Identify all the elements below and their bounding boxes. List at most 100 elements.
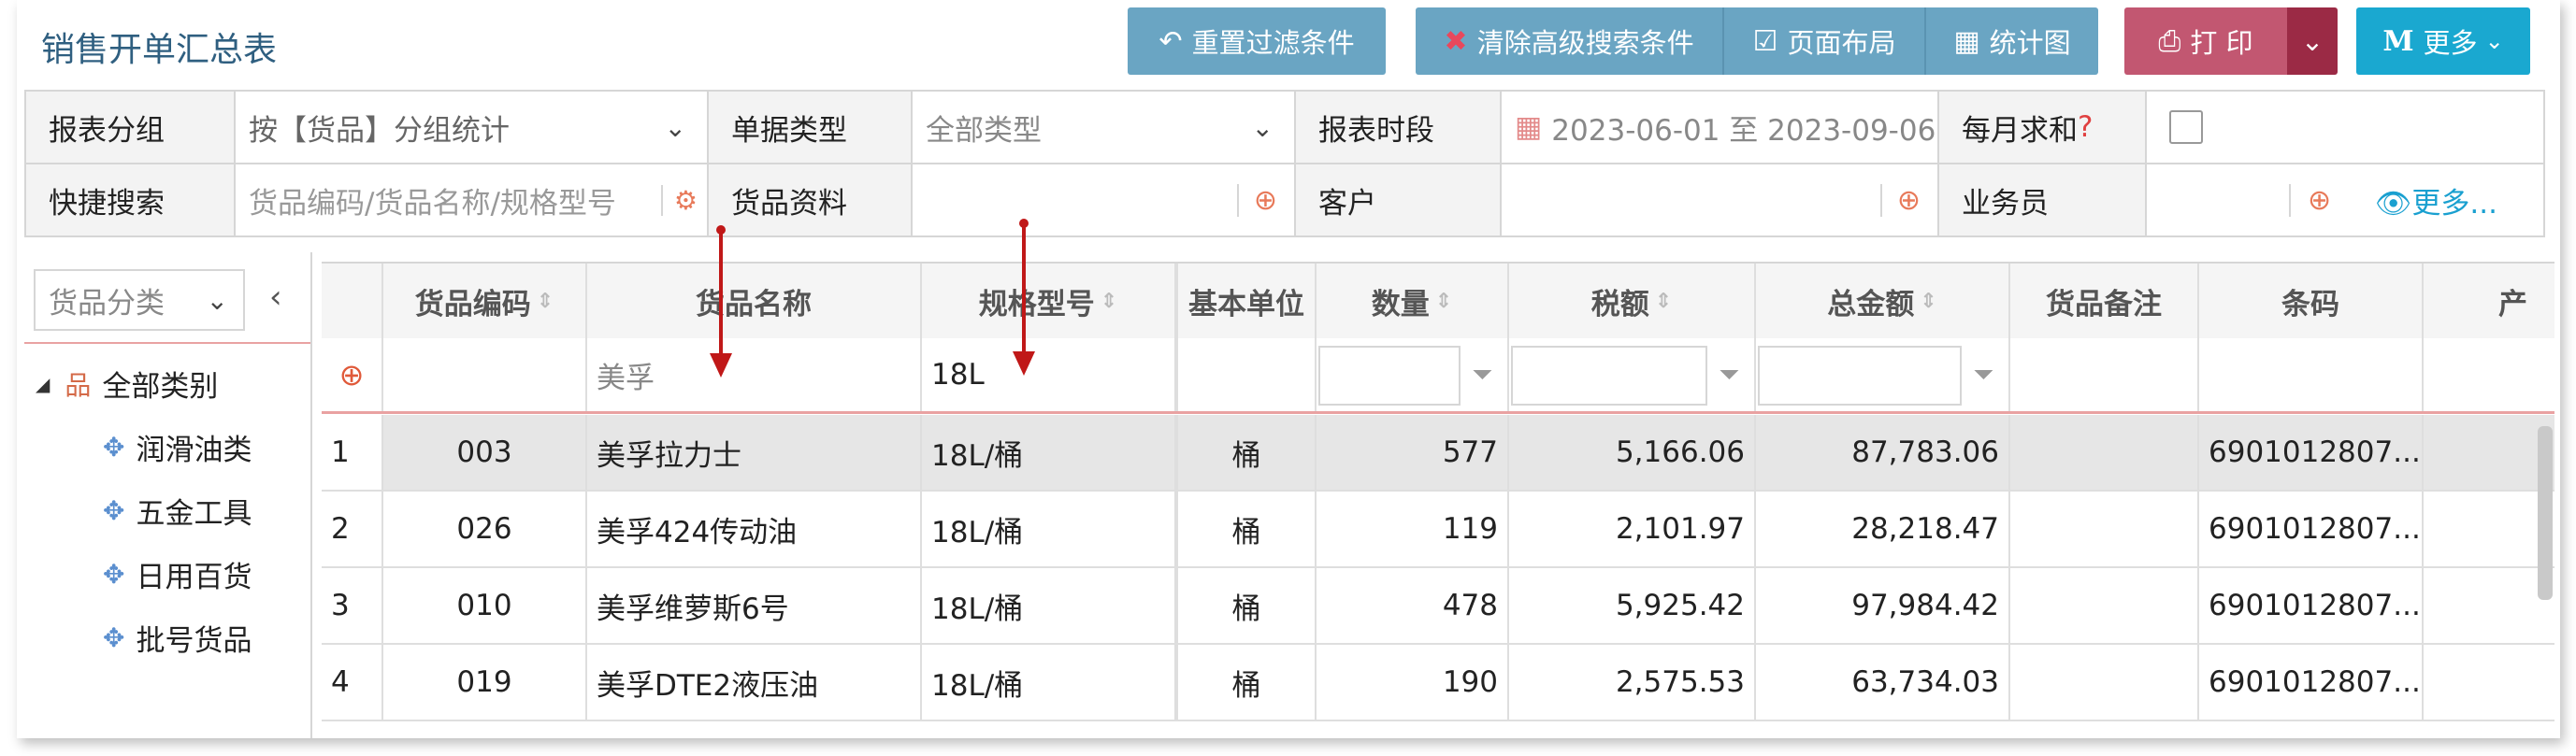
filter-total-input[interactable] — [1758, 346, 1962, 406]
cell-name: 美孚维萝斯6号 — [587, 568, 922, 643]
help-icon[interactable]: ? — [2078, 110, 2093, 144]
cell-name: 美孚拉力士 — [587, 415, 922, 490]
search-plus-icon[interactable]: ⊕ — [1236, 183, 1277, 217]
more-label: 更多 — [2423, 27, 2478, 59]
filter-qty-cell: ⏷ — [1317, 338, 1509, 411]
stats-chart-button[interactable]: ▦ 统计图 — [1924, 7, 2098, 75]
header-tax[interactable]: 税额 ⇕ — [1509, 264, 1756, 338]
table-row[interactable]: 1 003 美孚拉力士 18L/桶 桶 577 5,166.06 87,783.… — [322, 415, 2554, 492]
cell-remark — [2010, 415, 2199, 490]
header-barcode[interactable]: 条码 — [2199, 264, 2424, 338]
header-remark-label: 货品备注 — [2046, 287, 2162, 321]
funnel-icon[interactable]: ⏷ — [1719, 359, 1739, 391]
category-select-placeholder: 货品分类 — [49, 286, 165, 321]
funnel-icon[interactable]: ⏷ — [1472, 359, 1492, 391]
cell-total: 28,218.47 — [1756, 492, 2010, 566]
clear-advanced-search-button[interactable]: ✖ 清除高级搜索条件 — [1416, 7, 1722, 75]
quick-search-input[interactable]: 货品编码/货品名称/规格型号 ⚙ — [236, 164, 709, 235]
grid-header: 货品编码 ⇕ 货品名称 规格型号 ⇕ 基本单位 数量 ⇕ 税额 ⇕ 总金额 ⇕ 货品备注 … — [322, 262, 2554, 340]
grid-filter-search[interactable]: ⊕ — [322, 338, 383, 411]
filter-row-1: 报表分组 按【货品】分组统计 ⌄ 单据类型 全部类型 ⌄ 报表时段 ▦ 2023… — [26, 92, 2543, 164]
chevron-down-icon: ⌄ — [1251, 111, 1274, 143]
tree-node-root[interactable]: ◢ 品 全部类别 — [36, 363, 218, 405]
tree-node-label: 润滑油类 — [136, 434, 252, 467]
header-extra-label: 产 — [2498, 287, 2527, 321]
funnel-icon[interactable]: ⏷ — [1973, 359, 1993, 391]
row-number: 2 — [322, 492, 383, 566]
header-qty[interactable]: 数量 ⇕ — [1317, 264, 1509, 338]
group-label: 报表分组 — [26, 92, 236, 163]
tree-node-item[interactable]: ✥ 批号货品 — [103, 617, 252, 659]
reset-filter-button[interactable]: ↶ 重置过滤条件 — [1128, 7, 1386, 75]
header-extra[interactable]: 产 — [2424, 264, 2554, 338]
search-plus-icon[interactable]: ⊕ — [339, 357, 365, 392]
doc-type-select[interactable]: 全部类型 ⌄ — [913, 92, 1296, 163]
search-plus-icon[interactable]: ⊕ — [1879, 183, 1921, 217]
group-select[interactable]: 按【货品】分组统计 ⌄ — [236, 92, 709, 163]
cell-name: 美孚424传动油 — [587, 492, 922, 566]
sort-icon[interactable]: ⇕ — [537, 290, 554, 313]
cell-barcode: 6901012807... — [2199, 492, 2424, 566]
filter-spec-input[interactable]: 18L — [922, 338, 1176, 411]
search-plus-icon[interactable]: ⊕ — [2289, 183, 2331, 217]
reset-filter-label: 重置过滤条件 — [1191, 27, 1355, 59]
tree-node-item[interactable]: ✥ 五金工具 — [103, 490, 252, 532]
header-spec[interactable]: 规格型号 ⇕ — [922, 264, 1176, 338]
filter-panel: 报表分组 按【货品】分组统计 ⌄ 单据类型 全部类型 ⌄ 报表时段 ▦ 2023… — [24, 90, 2545, 237]
customer-input[interactable]: ⊕ — [1502, 164, 1939, 235]
cell-spec: 18L/桶 — [922, 568, 1176, 643]
more-button[interactable]: M 更多 ⌄ — [2356, 7, 2530, 75]
expand-triangle-icon[interactable]: ◢ — [36, 373, 50, 395]
vertical-scrollbar[interactable] — [2538, 426, 2553, 600]
sort-icon[interactable]: ⇕ — [1920, 290, 1936, 313]
filter-qty-input[interactable] — [1318, 346, 1461, 406]
collapse-panel-icon[interactable]: ‹ — [269, 278, 282, 316]
cell-barcode: 6901012807... — [2199, 415, 2424, 490]
crosshair-icon: ✥ — [103, 559, 125, 590]
header-total-label: 总金额 — [1827, 287, 1915, 321]
header-qty-label: 数量 — [1371, 287, 1430, 321]
sort-icon[interactable]: ⇕ — [1655, 290, 1672, 313]
gears-icon[interactable]: ⚙ — [660, 184, 698, 216]
table-row[interactable]: 2 026 美孚424传动油 18L/桶 桶 119 2,101.97 28,2… — [322, 492, 2554, 568]
salesman-input[interactable]: ⊕ 👁更多... — [2147, 164, 2543, 235]
tree-node-label: 批号货品 — [136, 624, 252, 658]
chevron-down-icon: ⌄ — [2484, 28, 2504, 54]
category-select[interactable]: 货品分类 ⌄ — [34, 269, 245, 331]
more-filters-link[interactable]: 👁更多... — [2375, 179, 2497, 221]
goods-input[interactable]: ⊕ — [913, 164, 1296, 235]
header-code[interactable]: 货品编码 ⇕ — [383, 264, 587, 338]
filter-tax-cell: ⏷ — [1509, 338, 1756, 411]
print-dropdown-button[interactable]: ⌄ — [2287, 7, 2338, 75]
header-unit[interactable]: 基本单位 — [1176, 264, 1317, 338]
monthly-sum-checkbox[interactable] — [2169, 110, 2203, 144]
header-total[interactable]: 总金额 ⇕ — [1756, 264, 2010, 338]
cell-remark — [2010, 568, 2199, 643]
filter-name-input[interactable]: 美孚 — [587, 338, 922, 411]
tree-node-item[interactable]: ✥ 日用百货 — [103, 553, 252, 595]
quick-search-label: 快捷搜索 — [26, 164, 236, 235]
calendar-icon: ▦ — [1515, 110, 1543, 144]
table-row[interactable]: 3 010 美孚维萝斯6号 18L/桶 桶 478 5,925.42 97,98… — [322, 568, 2554, 645]
cell-total: 87,783.06 — [1756, 415, 2010, 490]
print-button[interactable]: ⎙ 打 印 — [2124, 7, 2287, 75]
sort-icon[interactable]: ⇕ — [1435, 290, 1452, 313]
m-logo-icon: M — [2382, 24, 2414, 58]
cell-unit: 桶 — [1176, 492, 1317, 566]
filter-code-input[interactable] — [383, 338, 587, 411]
period-picker[interactable]: ▦ 2023-06-01 至 2023-09-06 — [1502, 92, 1939, 163]
filter-tax-input[interactable] — [1511, 346, 1707, 406]
header-remark[interactable]: 货品备注 — [2010, 264, 2199, 338]
table-row[interactable]: 4 019 美孚DTE2液压油 18L/桶 桶 190 2,575.53 63,… — [322, 645, 2554, 721]
filter-barcode-cell — [2199, 338, 2424, 411]
sort-icon[interactable]: ⇕ — [1101, 290, 1117, 313]
monthly-sum-label: 每月求和? — [1939, 92, 2147, 163]
tree-divider — [24, 342, 310, 344]
cell-remark — [2010, 645, 2199, 720]
chevron-down-icon: ⌄ — [664, 111, 686, 143]
header-code-label: 货品编码 — [414, 287, 531, 321]
page-layout-button[interactable]: ☑ 页面布局 — [1722, 7, 1924, 75]
tree-node-item[interactable]: ✥ 润滑油类 — [103, 426, 252, 468]
header-name[interactable]: 货品名称 — [587, 264, 922, 338]
more-filters-label: 更多... — [2411, 186, 2497, 221]
